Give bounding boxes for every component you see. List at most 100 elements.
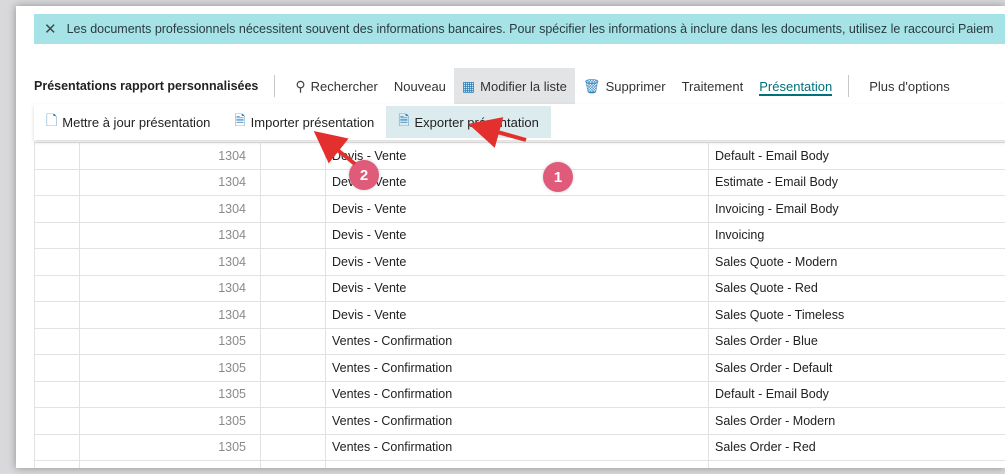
table-row[interactable]: 1305 Ventes - Confirmation Sales Order - D… xyxy=(34,354,1005,382)
update-document-icon: 🗋 xyxy=(46,112,58,128)
report-id-cell: 1304 xyxy=(79,168,261,196)
export-presentation-label: Exporter présentation xyxy=(414,114,539,130)
search-button[interactable]: ⚲ Rechercher xyxy=(287,68,385,104)
report-name-cell: Devis - Vente xyxy=(325,248,709,276)
row-select-cell[interactable] xyxy=(34,301,80,329)
edit-list-label: Modifier la liste xyxy=(480,78,567,94)
import-presentation-button[interactable]: 🗎 Importer présentation xyxy=(222,106,386,138)
layout-description-cell: Default - Email Body xyxy=(708,142,1005,170)
spacer-cell xyxy=(260,221,326,249)
report-id-cell: 1305 xyxy=(79,407,261,435)
spacer-cell xyxy=(260,433,326,461)
report-name-cell: Devis - Vente xyxy=(325,274,709,302)
search-icon: ⚲ xyxy=(295,77,306,94)
import-presentation-label: Importer présentation xyxy=(250,114,375,130)
report-name-cell: Ventes - Confirmation xyxy=(325,407,709,435)
new-button[interactable]: Nouveau xyxy=(386,68,454,104)
row-select-cell[interactable] xyxy=(34,248,80,276)
row-select-cell[interactable] xyxy=(34,354,80,382)
spacer-cell xyxy=(260,327,326,355)
row-select-cell[interactable] xyxy=(34,221,80,249)
layout-description-cell: Sales Order - Modern xyxy=(708,407,1005,435)
table-row[interactable]: 1304 Devis - Vente Invoicing xyxy=(34,221,1005,249)
report-name-cell: Devis - Vente xyxy=(325,301,709,329)
process-label: Traitement xyxy=(681,78,744,94)
table-row[interactable]: 1305 Ventes - ConfirmationSales Order - T… xyxy=(34,460,1005,468)
table-row[interactable]: 1304 Devis - VenteEstimate - Email Body xyxy=(34,168,1005,196)
presentation-submenu: 🗋 Mettre à jour présentation 🗎 Importer … xyxy=(34,104,1005,140)
spacer-cell xyxy=(260,168,326,196)
row-select-cell[interactable] xyxy=(34,407,80,435)
notification-banner: ✕ Les documents professionnels nécessite… xyxy=(34,14,1005,44)
layout-description-cell: Sales Order - Timeless xyxy=(708,460,1005,468)
more-options-label: Plus d'options xyxy=(869,78,950,94)
row-select-cell[interactable] xyxy=(34,460,80,468)
report-name-cell: Devis - Vente xyxy=(325,142,709,170)
export-presentation-button[interactable]: 🗎 Exporter présentation xyxy=(386,106,551,138)
layouts-table: 1304 Devis - Vente Default - Email Body 130… xyxy=(34,142,1005,468)
presentation-label: Présentation xyxy=(759,78,833,94)
layout-description-cell: Default - Email Body xyxy=(708,380,1005,408)
table-row[interactable]: 1304 Devis - Vente Default - Email Body xyxy=(34,142,1005,170)
report-name-cell: Ventes - Confirmation xyxy=(325,460,709,468)
table-row[interactable]: 1305 Ventes - Confirmation Sales Order - R… xyxy=(34,433,1005,461)
report-id-cell: 1304 xyxy=(79,301,261,329)
table-row[interactable]: 1305 Ventes - Confirmation Sales Order - M… xyxy=(34,407,1005,435)
page-title: Présentations rapport personnalisées xyxy=(34,79,259,93)
action-bar: Présentations rapport personnalisées ⚲ R… xyxy=(34,68,1005,104)
app-window: ✕ Les documents professionnels nécessite… xyxy=(16,6,1005,468)
trash-icon: 🗑 xyxy=(582,77,601,94)
spacer-cell xyxy=(260,301,326,329)
table-row[interactable]: 1304 Devis - Vente Invoicing - Email Body xyxy=(34,195,1005,223)
step-marker-2: 2 xyxy=(349,160,379,190)
report-id-cell: 1305 xyxy=(79,433,261,461)
report-id-cell: 1305 xyxy=(79,327,261,355)
report-name-cell: Ventes - Confirmation xyxy=(325,433,709,461)
report-name-cell: Devis - Vente xyxy=(325,168,709,196)
report-name-cell: Devis - Vente xyxy=(325,221,709,249)
table-row[interactable]: 1305 Ventes - Confirmation Sales Order - B… xyxy=(34,327,1005,355)
report-name-cell: Devis - Vente xyxy=(325,195,709,223)
spacer-cell xyxy=(260,248,326,276)
row-select-cell[interactable] xyxy=(34,168,80,196)
presentation-menu[interactable]: Présentation xyxy=(751,68,840,104)
row-select-cell[interactable] xyxy=(34,195,80,223)
spacer-cell xyxy=(260,380,326,408)
spacer-cell xyxy=(260,195,326,223)
edit-list-button[interactable]: ▦ Modifier la liste xyxy=(453,68,575,104)
layout-description-cell: Sales Order - Default xyxy=(708,354,1005,382)
report-id-cell: 1305 xyxy=(79,354,261,382)
layout-description-cell: Sales Quote - Timeless xyxy=(708,301,1005,329)
divider xyxy=(274,75,276,97)
new-label: Nouveau xyxy=(393,78,446,94)
row-select-cell[interactable] xyxy=(34,142,80,170)
more-options-button[interactable]: Plus d'options xyxy=(861,68,958,104)
report-id-cell: 1304 xyxy=(79,248,261,276)
table-row[interactable]: 1305 Ventes - Confirmation Default - Email… xyxy=(34,380,1005,408)
export-document-icon: 🗎 xyxy=(398,112,410,128)
table-row[interactable]: 1304 Devis - Vente Sales Quote - Timeless xyxy=(34,301,1005,329)
step-marker-1: 1 xyxy=(543,162,573,192)
banner-text: Les documents professionnels nécessitent… xyxy=(66,22,994,36)
layout-description-cell: Estimate - Email Body xyxy=(708,168,1005,196)
row-select-cell[interactable] xyxy=(34,380,80,408)
delete-button[interactable]: 🗑 Supprimer xyxy=(575,68,674,104)
delete-label: Supprimer xyxy=(605,78,666,94)
layout-description-cell: Invoicing - Email Body xyxy=(708,195,1005,223)
process-menu[interactable]: Traitement xyxy=(674,68,752,104)
divider xyxy=(848,75,850,97)
table-row[interactable]: 1304 Devis - Vente Sales Quote - Red xyxy=(34,274,1005,302)
row-select-cell[interactable] xyxy=(34,433,80,461)
update-presentation-button[interactable]: 🗋 Mettre à jour présentation xyxy=(34,106,222,138)
close-icon[interactable]: ✕ xyxy=(44,20,57,38)
row-select-cell[interactable] xyxy=(34,327,80,355)
row-select-cell[interactable] xyxy=(34,274,80,302)
table-row[interactable]: 1304 Devis - Vente Sales Quote - Modern xyxy=(34,248,1005,276)
report-id-cell: 1305 xyxy=(79,380,261,408)
layout-description-cell: Sales Quote - Red xyxy=(708,274,1005,302)
report-name-cell: Ventes - Confirmation xyxy=(325,354,709,382)
layout-description-cell: Invoicing xyxy=(708,221,1005,249)
report-id-cell: 1304 xyxy=(79,142,261,170)
report-name-cell: Ventes - Confirmation xyxy=(325,327,709,355)
spacer-cell xyxy=(260,142,326,170)
